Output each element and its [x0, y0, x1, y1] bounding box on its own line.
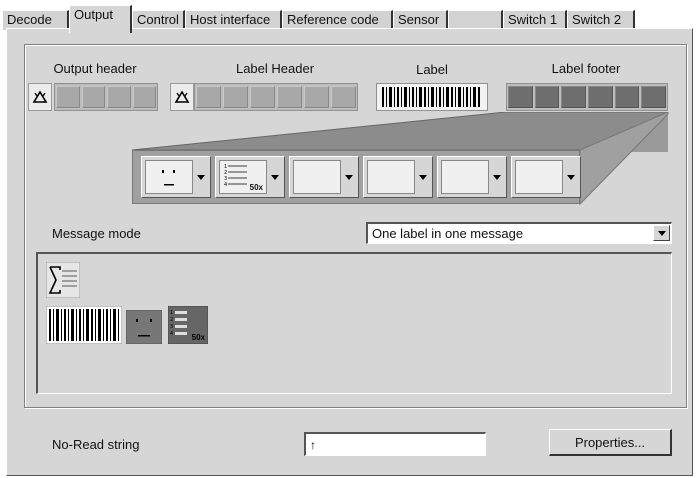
label-footer-strip[interactable] — [506, 83, 668, 111]
message-mode-dropdown-icon[interactable] — [653, 225, 670, 241]
tab-host-interface[interactable]: Host interface — [185, 10, 282, 30]
label-element-combo[interactable]: 1234 50x — [215, 156, 285, 198]
label-element-slots: 1234 50x — [132, 150, 581, 204]
label-header-cell[interactable] — [277, 86, 302, 108]
sum-icon — [46, 262, 80, 298]
output-header-cell[interactable] — [56, 86, 80, 108]
label-header-label: Label Header — [235, 61, 315, 76]
combo-dropdown-arrow-icon[interactable] — [564, 160, 578, 194]
message-preview-box: 1234 50x — [36, 252, 672, 394]
label-footer-cell[interactable] — [508, 86, 533, 108]
properties-button-label: Properties... — [574, 434, 646, 450]
message-mode-select[interactable]: One label in one message — [366, 222, 672, 244]
svg-text:4: 4 — [170, 331, 173, 337]
list-counter-icon: 1234 50x — [167, 305, 209, 345]
tab-decode[interactable]: Decode — [2, 10, 69, 30]
label-footer-cell[interactable] — [588, 86, 613, 108]
label-footer-cell[interactable] — [561, 86, 587, 108]
label-header-cell[interactable] — [331, 86, 356, 108]
face-icon — [126, 310, 162, 344]
label-element-combo[interactable] — [511, 156, 581, 198]
tab-control[interactable]: Control — [132, 10, 185, 30]
label-element-combo[interactable] — [437, 156, 507, 198]
label-header-cell[interactable] — [304, 86, 329, 108]
tab-output[interactable]: Output — [69, 5, 132, 33]
combo-dropdown-arrow-icon[interactable] — [268, 160, 282, 194]
label-element-combo[interactable] — [363, 156, 433, 198]
svg-text:1: 1 — [170, 310, 173, 316]
label-header-strip[interactable] — [194, 83, 358, 111]
tab-switch-1[interactable]: Switch 1 — [503, 10, 567, 30]
no-read-string-label: No-Read string — [52, 437, 140, 452]
label-header-cell[interactable] — [223, 86, 248, 108]
face-icon — [162, 170, 175, 186]
label-footer-cell[interactable] — [534, 86, 560, 108]
label-footer-label: Label footer — [551, 61, 621, 76]
message-mode-value: One label in one message — [372, 226, 524, 241]
barcode-icon — [46, 306, 122, 344]
output-header-label: Output header — [53, 61, 137, 76]
output-header-cell[interactable] — [132, 86, 156, 108]
label-label: Label — [416, 62, 448, 77]
output-header-cell[interactable] — [81, 86, 105, 108]
svg-text:3: 3 — [170, 324, 173, 330]
label-header-recycle-icon[interactable] — [170, 83, 194, 111]
output-header-strip[interactable] — [54, 83, 158, 111]
tab-blank[interactable] — [448, 10, 503, 30]
tab-sensor[interactable]: Sensor — [393, 10, 448, 30]
barcode-icon — [382, 87, 480, 107]
label-element-combo[interactable] — [289, 156, 359, 198]
combo-dropdown-arrow-icon[interactable] — [342, 160, 356, 194]
label-element-combo[interactable] — [141, 156, 211, 198]
label-header-cell[interactable] — [196, 86, 221, 108]
label-footer-cell[interactable] — [641, 86, 667, 108]
expansion-side — [579, 112, 669, 206]
combo-dropdown-arrow-icon[interactable] — [490, 160, 504, 194]
output-header-cell[interactable] — [107, 86, 131, 108]
no-read-string-input[interactable] — [304, 432, 486, 456]
combo-dropdown-arrow-icon[interactable] — [416, 160, 430, 194]
svg-text:2: 2 — [170, 317, 173, 323]
label-header-cell[interactable] — [250, 86, 275, 108]
svg-text:4: 4 — [224, 182, 227, 188]
label-footer-cell[interactable] — [614, 86, 640, 108]
properties-button[interactable]: Properties... — [549, 429, 672, 456]
tab-reference-code[interactable]: Reference code — [282, 10, 393, 30]
tab-switch-2[interactable]: Switch 2 — [567, 10, 635, 30]
message-mode-label: Message mode — [52, 226, 141, 241]
output-header-recycle-icon[interactable] — [28, 83, 52, 111]
combo-dropdown-arrow-icon[interactable] — [194, 160, 208, 194]
label-barcode-strip[interactable] — [376, 83, 488, 111]
